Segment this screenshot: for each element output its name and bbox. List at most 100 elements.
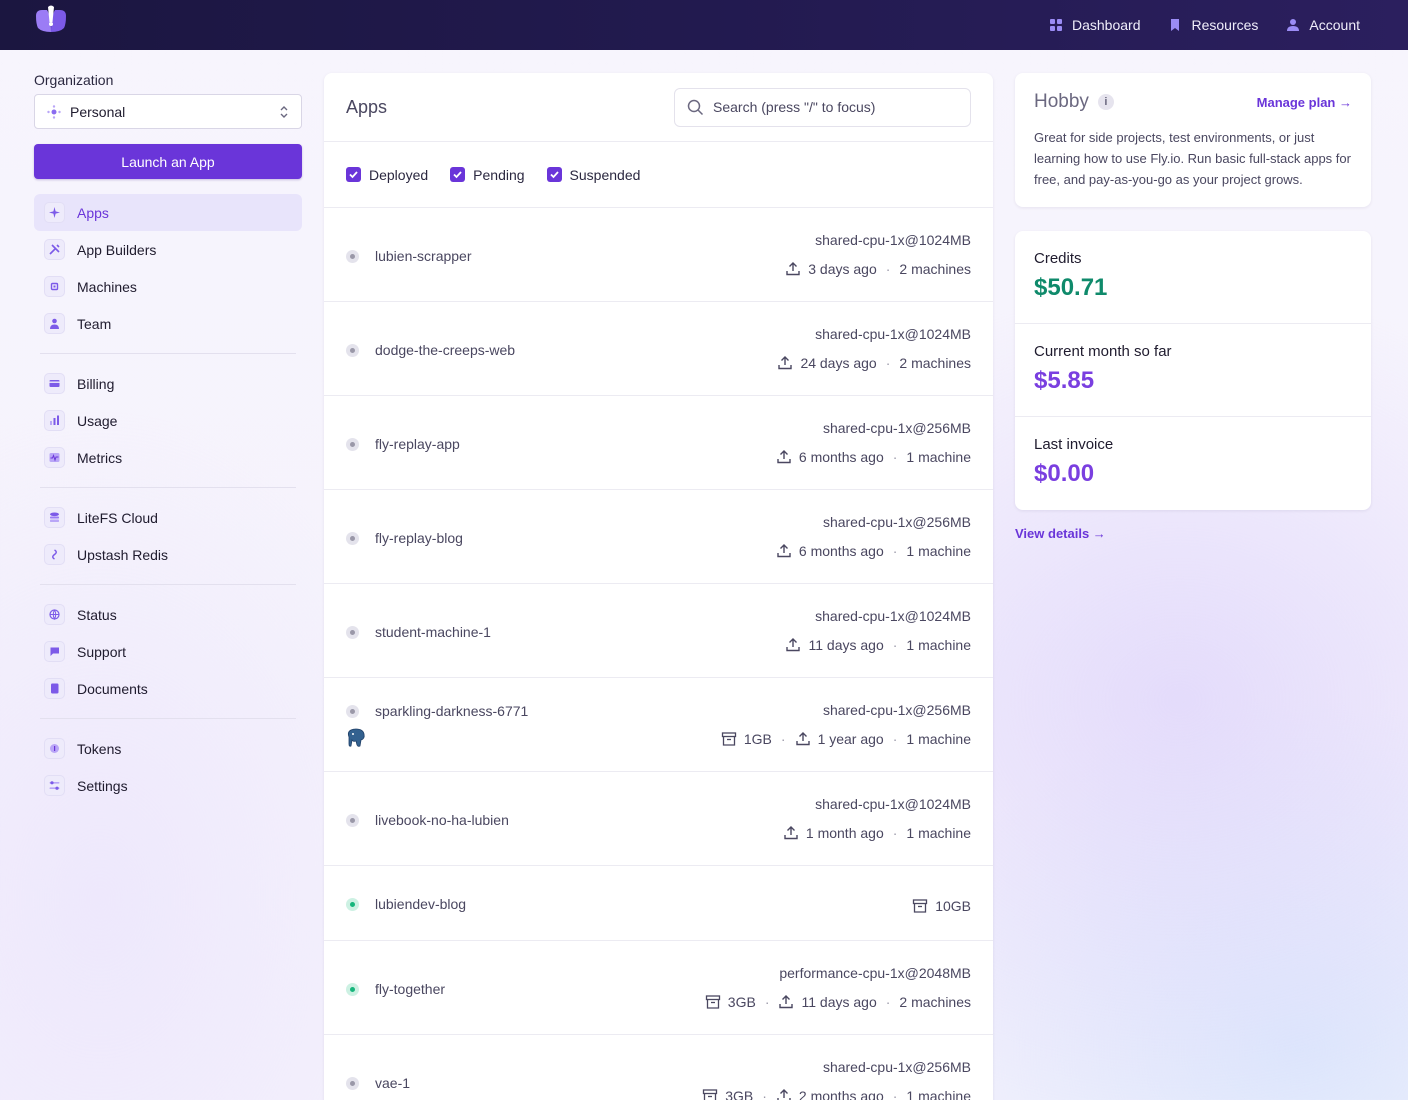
- meta-separator: ·: [885, 994, 891, 1010]
- sidebar-nav: Apps App Builders Machines Team Billing Usage…: [34, 194, 302, 804]
- app-row[interactable]: fly-replay-app shared-cpu-1x@256MB 6 month…: [324, 396, 993, 490]
- sidebar-item-team[interactable]: Team: [34, 305, 302, 342]
- sidebar-item-litefs-cloud[interactable]: LiteFS Cloud: [34, 499, 302, 536]
- app-identity: dodge-the-creeps-web: [346, 342, 515, 358]
- volume-size: 10GB: [935, 898, 971, 914]
- app-name[interactable]: sparkling-darkness-6771: [375, 703, 528, 719]
- status-dot-icon: [346, 897, 359, 911]
- database-icon: [44, 507, 65, 528]
- app-meta: 3GB · 2 months ago · 1 machine: [702, 1088, 971, 1100]
- app-identity: fly-replay-app: [346, 436, 460, 452]
- app-row[interactable]: livebook-no-ha-lubien shared-cpu-1x@1024M…: [324, 772, 993, 866]
- app-row[interactable]: fly-together performance-cpu-1x@2048MB 3GB…: [324, 941, 993, 1035]
- app-name[interactable]: lubien-scrapper: [375, 248, 472, 264]
- app-meta: 3 days ago · 2 machines: [785, 261, 971, 277]
- upload-icon: [778, 356, 793, 370]
- app-meta: 11 days ago · 1 machine: [785, 637, 971, 653]
- sidebar-item-app-builders[interactable]: App Builders: [34, 231, 302, 268]
- machine-type: shared-cpu-1x@256MB: [822, 514, 971, 530]
- sparkle-icon: [44, 202, 65, 223]
- machine-count: 1 machine: [906, 543, 971, 559]
- app-row[interactable]: dodge-the-creeps-web shared-cpu-1x@1024MB…: [324, 302, 993, 396]
- checkbox-checked-icon[interactable]: [546, 167, 562, 182]
- sidebar-item-tokens[interactable]: Tokens: [34, 730, 302, 767]
- app-name[interactable]: fly-replay-app: [375, 436, 460, 452]
- app-name[interactable]: fly-replay-blog: [375, 530, 463, 546]
- app-name[interactable]: lubiendev-blog: [375, 896, 466, 912]
- sidebar-item-usage[interactable]: Usage: [34, 402, 302, 439]
- volume-box-icon: [705, 995, 720, 1009]
- app-name[interactable]: vae-1: [375, 1075, 410, 1091]
- deployed-time: 6 months ago: [798, 449, 884, 465]
- sidebar-item-label: Status: [77, 606, 117, 623]
- nav-divider: [40, 718, 296, 719]
- filter-pending[interactable]: Pending: [450, 167, 525, 183]
- app-name[interactable]: fly-together: [375, 981, 445, 997]
- manage-plan-link[interactable]: Manage plan →: [1257, 95, 1352, 110]
- stat-value: $0.00: [1034, 460, 1095, 487]
- sidebar-item-machines[interactable]: Machines: [34, 268, 302, 305]
- nav-divider: [40, 584, 296, 585]
- app-name[interactable]: dodge-the-creeps-web: [375, 342, 515, 358]
- app-row[interactable]: lubiendev-blog 10GB: [324, 866, 993, 941]
- sidebar-item-label: Apps: [77, 204, 109, 221]
- org-select-value: Personal: [70, 103, 126, 120]
- app-name[interactable]: student-machine-1: [375, 624, 491, 640]
- sidebar-item-status[interactable]: Status: [34, 596, 302, 633]
- meta-separator: ·: [892, 637, 898, 653]
- sidebar-item-apps[interactable]: Apps: [34, 194, 302, 231]
- book-icon: [44, 678, 65, 699]
- sidebar-item-label: App Builders: [77, 241, 157, 258]
- app-row[interactable]: student-machine-1 shared-cpu-1x@1024MB 11 …: [324, 584, 993, 678]
- sliders-icon: [44, 775, 65, 796]
- search-input[interactable]: Search (press "/" to focus): [674, 87, 971, 127]
- machine-count: 2 machines: [899, 261, 971, 277]
- app-meta: 24 days ago · 2 machines: [777, 355, 971, 371]
- machine-count: 1 machine: [906, 637, 971, 653]
- app-row[interactable]: lubien-scrapper shared-cpu-1x@1024MB 3 day…: [324, 208, 993, 302]
- launch-app-button[interactable]: Launch an App: [34, 144, 302, 179]
- filter-suspended[interactable]: Suspended: [546, 167, 640, 183]
- app-row[interactable]: fly-replay-blog shared-cpu-1x@256MB 6 mont…: [324, 490, 993, 584]
- app-name[interactable]: livebook-no-ha-lubien: [375, 812, 509, 828]
- sidebar-item-documents[interactable]: Documents: [34, 670, 302, 707]
- nav-dashboard[interactable]: Dashboard: [1049, 17, 1140, 33]
- sidebar-item-settings[interactable]: Settings: [34, 767, 302, 804]
- fly-logo[interactable]: [34, 4, 68, 38]
- app-details: shared-cpu-1x@256MB 3GB · 2 months ago · 1 ma…: [702, 1059, 971, 1100]
- upload-icon: [777, 544, 791, 558]
- nav-account[interactable]: Account: [1286, 17, 1360, 33]
- deployed-time: 11 days ago: [801, 994, 877, 1010]
- plan-title-wrap: Hobby i: [1034, 91, 1114, 113]
- nav-divider: [40, 353, 296, 354]
- app-identity: lubiendev-blog: [346, 896, 466, 912]
- org-select[interactable]: Personal: [34, 94, 302, 129]
- checkbox-checked-icon[interactable]: [346, 167, 361, 182]
- app-meta: 6 months ago · 1 machine: [776, 449, 971, 465]
- token-icon: [44, 738, 65, 759]
- app-identity: lubien-scrapper: [346, 248, 472, 264]
- apps-panel: Apps Search (press "/" to focus) Deploye…: [324, 73, 993, 1100]
- nav-resources-label: Resources: [1191, 17, 1259, 33]
- sidebar-item-support[interactable]: Support: [34, 633, 302, 670]
- deployed-time: 3 days ago: [808, 261, 877, 277]
- checkbox-checked-icon[interactable]: [450, 167, 466, 182]
- top-nav: Dashboard Resources Account: [1049, 17, 1374, 33]
- machine-type: shared-cpu-1x@1024MB: [815, 796, 971, 812]
- sidebar-item-billing[interactable]: Billing: [34, 365, 302, 402]
- info-icon[interactable]: i: [1097, 94, 1114, 110]
- app-details: shared-cpu-1x@256MB 1GB · 1 year ago · 1 mach…: [721, 702, 971, 747]
- search-placeholder: Search (press "/" to focus): [713, 99, 876, 115]
- filter-deployed[interactable]: Deployed: [346, 167, 428, 183]
- sidebar-item-metrics[interactable]: Metrics: [34, 439, 302, 476]
- view-details-link[interactable]: View details →: [1015, 526, 1106, 541]
- postgres-icon: [346, 728, 366, 753]
- app-meta: 10GB: [912, 898, 971, 914]
- nav-resources[interactable]: Resources: [1168, 17, 1258, 33]
- redis-icon: [44, 544, 65, 565]
- grid-icon: [1049, 19, 1062, 31]
- sidebar-item-upstash-redis[interactable]: Upstash Redis: [34, 536, 302, 573]
- upload-icon: [779, 995, 794, 1009]
- app-row[interactable]: vae-1 shared-cpu-1x@256MB 3GB · 2 months ago…: [324, 1035, 993, 1100]
- app-row[interactable]: sparkling-darkness-6771 shared-cpu-1x@256…: [324, 678, 993, 772]
